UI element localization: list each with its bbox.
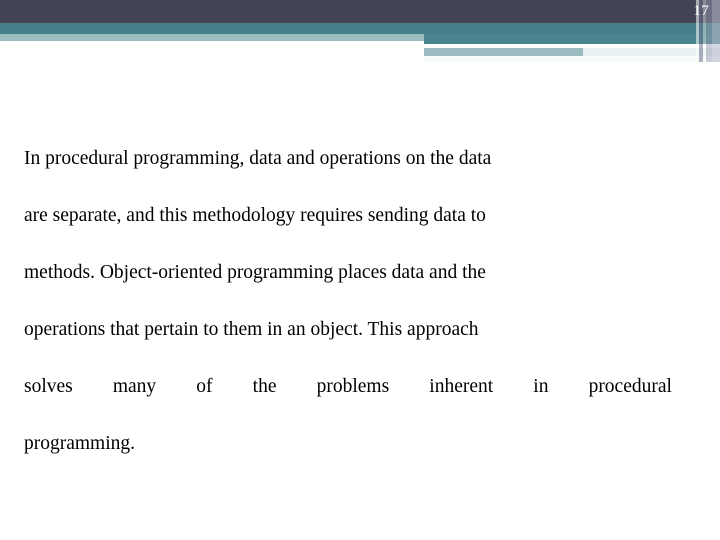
header-band-teal	[0, 23, 720, 34]
body-line-2: are separate, and this methodology requi…	[24, 205, 486, 226]
body-line-3: methods. Object-oriented programming pla…	[24, 262, 486, 283]
body-line-5-word-1: solves	[24, 376, 73, 397]
body-line-5-word-4: the	[252, 376, 277, 397]
body-line-5-word-2: many	[112, 376, 157, 397]
body-line-5-word-6: inherent	[429, 376, 494, 397]
header-band-light-right	[424, 48, 583, 56]
header-decoration	[0, 0, 720, 62]
body-line-5-word-8: procedural	[588, 376, 672, 397]
body-line-4: operations that pertain to them in an ob…	[24, 319, 479, 340]
body-line-5-word-5: problems	[316, 376, 390, 397]
body-line-6: programming.	[24, 433, 136, 454]
slide-body-text: In procedural programming, data and oper…	[24, 144, 672, 486]
header-band-light-left	[0, 34, 424, 41]
slide-canvas: 17 In procedural programming, data and o…	[0, 0, 720, 540]
header-vertical-stripe-5	[712, 0, 720, 62]
body-line-5-word-7: in	[533, 376, 549, 397]
header-band-dark	[0, 0, 720, 23]
header-band-faint	[424, 56, 720, 62]
body-line-5-word-3: of	[196, 376, 213, 397]
page-number: 17	[693, 3, 709, 19]
header-band-teal-right	[424, 34, 720, 44]
body-line-5: solves many of the problems inherent in …	[24, 372, 672, 429]
body-line-1: In procedural programming, data and oper…	[24, 148, 492, 169]
